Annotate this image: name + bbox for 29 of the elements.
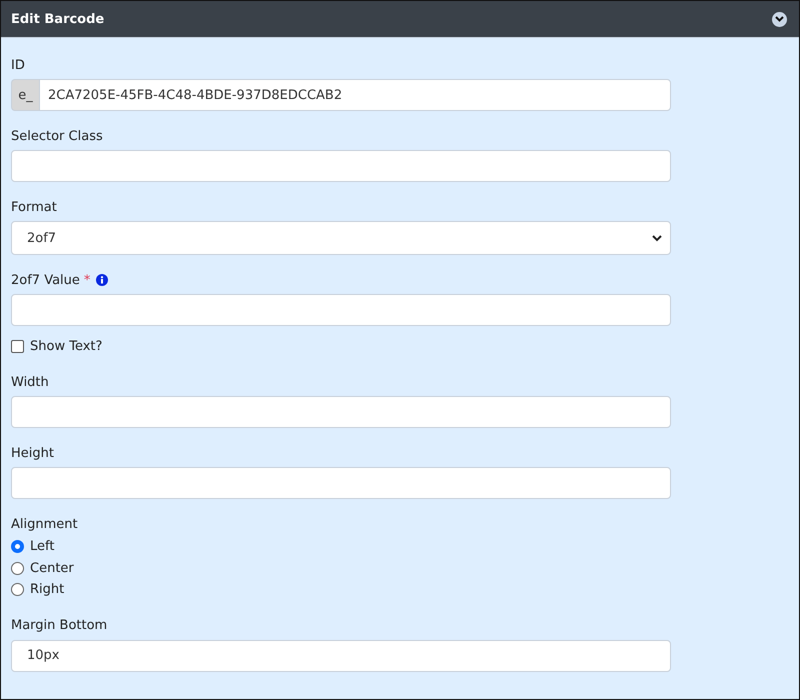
radio-label: Right <box>30 582 64 598</box>
radio-button[interactable] <box>11 562 24 575</box>
field-label: Selector Class <box>11 128 103 144</box>
radio-label: Left <box>30 539 54 554</box>
text-field[interactable] <box>11 396 671 428</box>
info-icon[interactable] <box>96 274 108 286</box>
field-label: Margin Bottom <box>11 618 108 633</box>
field-label: Alignment <box>11 516 78 532</box>
format-select[interactable]: 2of7 <box>11 221 671 255</box>
required-mark: * <box>84 272 90 288</box>
text-field[interactable]: 10px <box>11 640 671 672</box>
panel-title: Edit Barcode <box>11 12 104 26</box>
text-field[interactable] <box>11 150 671 182</box>
id-prefix: e_ <box>11 79 39 111</box>
field-label: Height <box>11 446 54 460</box>
text-field[interactable] <box>11 467 671 499</box>
collapse-toggle-icon[interactable] <box>772 12 787 26</box>
field-label: Format <box>11 200 57 214</box>
field-label: 2of7 Value <box>11 272 80 288</box>
caret-icon <box>652 234 662 242</box>
field-label: ID <box>11 58 25 72</box>
radio-button[interactable] <box>11 583 24 596</box>
field-label: Width <box>11 374 49 390</box>
checkbox-label: Show Text? <box>30 339 102 354</box>
radio-label: Center <box>30 560 74 576</box>
id-field[interactable]: 2CA7205E-45FB-4C48-4BDE-937D8EDCCAB2 <box>39 79 671 111</box>
radio-button[interactable] <box>11 540 24 554</box>
checkbox[interactable] <box>11 340 24 353</box>
text-field[interactable] <box>11 294 671 326</box>
